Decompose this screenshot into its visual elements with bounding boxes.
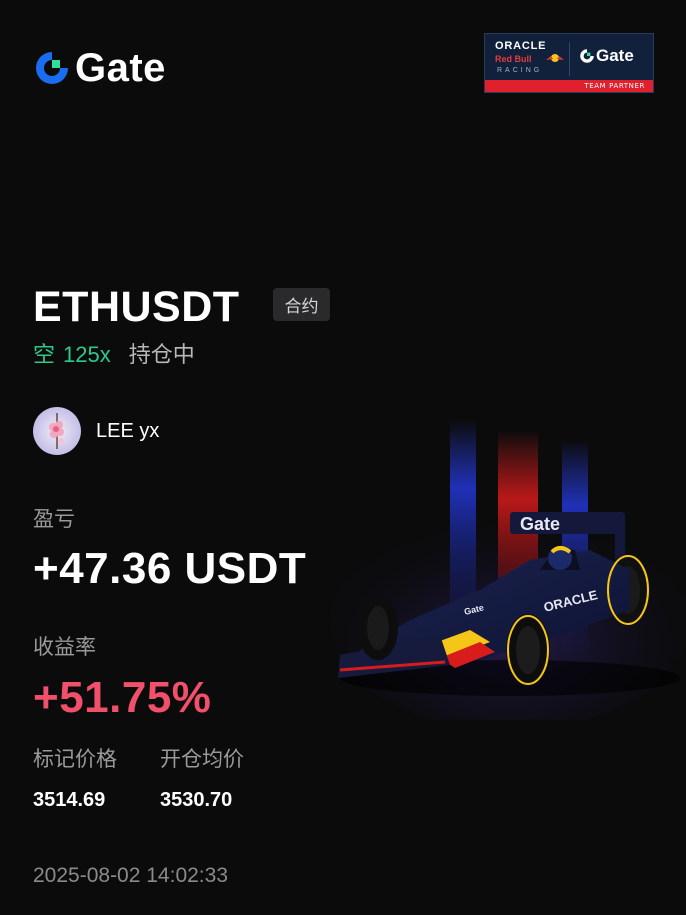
brand-name: Gate (75, 46, 166, 90)
partner-redbull-text: Red Bull (495, 54, 532, 64)
avatar (33, 407, 81, 455)
trading-pair: ETHUSDT (33, 283, 240, 331)
gate-logo-icon (36, 52, 68, 84)
peach-blossom-avatar (33, 407, 81, 455)
f1-racing-car-image: Gate ORACLE Gate (330, 420, 686, 720)
position-status: 持仓中 (128, 343, 195, 368)
svg-text:Gate: Gate (520, 514, 560, 534)
roi-value: +51.75% (33, 673, 212, 722)
entry-price-value: 3530.70 (160, 789, 233, 811)
mark-price-label: 标记价格 (33, 747, 117, 771)
contract-type-tag: 合约 (273, 288, 330, 321)
gate-logo-small-icon (580, 49, 594, 63)
partner-racing-text: RACING (497, 67, 543, 74)
team-partner-label: TEAM PARTNER (584, 82, 645, 90)
leverage-label: 125x (63, 342, 111, 367)
gate-logo: Gate (33, 48, 166, 88)
partner-oracle-text: ORACLE (495, 40, 547, 52)
timestamp: 2025-08-02 14:02:33 (33, 864, 228, 887)
roi-label: 收益率 (33, 635, 96, 659)
username: LEE yx (96, 420, 160, 442)
entry-price-label: 开仓均价 (160, 747, 244, 771)
position-subline: 空 125x 持仓中 (33, 340, 195, 371)
partner-divider (569, 42, 570, 76)
pnl-label: 盈亏 (33, 507, 75, 531)
pnl-value: +47.36 USDT (33, 544, 307, 593)
partner-gate-text: Gate (596, 46, 634, 65)
partner-gate-logo: Gate (579, 46, 634, 66)
partner-strip: TEAM PARTNER (485, 80, 653, 92)
team-partner-badge: ORACLE Red Bull RACING Gate TEAM PARTNER (484, 33, 654, 93)
red-bull-icon (546, 54, 564, 62)
mark-price-value: 3514.69 (33, 789, 106, 811)
direction-label: 空 (33, 343, 56, 368)
